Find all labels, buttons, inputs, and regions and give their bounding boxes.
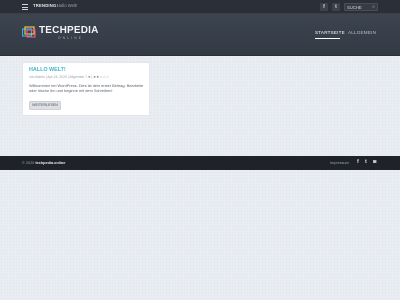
trending-label: TRENDING: [33,3,59,8]
post-title[interactable]: HALLO WELT! [29,67,66,73]
post-category[interactable]: Allgemein [69,75,84,79]
nav-active-indicator [315,38,340,39]
post-card: HALLO WELT! von Admin | Apr 24, 2020 | A… [22,62,150,116]
twitter-icon[interactable]: t [332,3,340,11]
menu-icon[interactable] [22,4,28,10]
post-date: Apr 24, 2020 [47,75,67,79]
top-bar: TRENDING: Hallo Welt! f t ⌕ [0,0,400,14]
instagram-icon[interactable]: ◙ [373,159,376,165]
search-icon[interactable]: ⌕ [372,4,375,10]
post-excerpt: Willkommen bei WordPress. Dies ist dein … [29,83,144,94]
search-box: ⌕ [344,3,378,11]
trending-post-link[interactable]: Hallo Welt! [57,3,77,8]
twitter-icon[interactable]: t [365,159,367,165]
copyright: © 2020 techpedia.online [22,161,65,165]
logo-subtitle: ONLINE [58,36,84,40]
comment-icon: ■ [88,75,91,79]
read-more-button[interactable]: WEITERLESEN [29,101,61,110]
post-author[interactable]: von Admin [29,75,45,79]
facebook-icon[interactable]: f [357,159,359,165]
impressum-link[interactable]: Impressum [330,161,349,165]
rating-stars-icon: ★★☆☆☆ [92,75,110,79]
post-meta: von Admin | Apr 24, 2020 | Allgemein 7 ■… [29,75,110,79]
site-header: TECHPEDIA ONLINE STARTSEITE ALLGEMEIN [0,14,400,56]
footer-site-link[interactable]: techpedia.online [35,161,65,165]
nav-item-startseite[interactable]: STARTSEITE [315,30,345,35]
site-footer: © 2020 techpedia.online Impressum f t ◙ [0,156,400,170]
copyright-text: © 2020 [22,160,35,165]
nav-item-allgemein[interactable]: ALLGEMEIN [348,30,376,35]
logo-title[interactable]: TECHPEDIA [39,25,99,36]
logo-icon [22,26,36,38]
search-input[interactable] [347,4,371,10]
comment-count[interactable]: 7 [85,75,87,79]
facebook-icon[interactable]: f [320,3,328,11]
